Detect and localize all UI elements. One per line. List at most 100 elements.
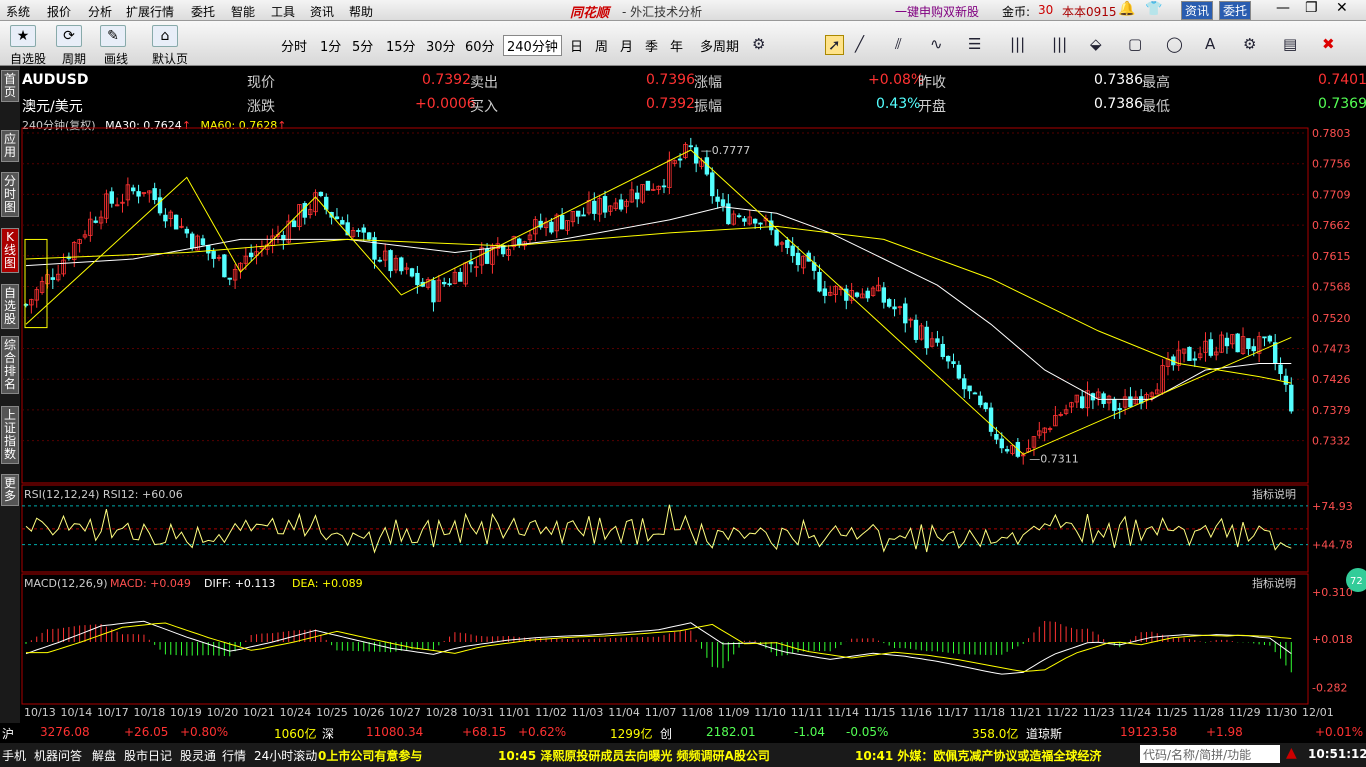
candle-body [409, 268, 415, 277]
candle-body [163, 214, 168, 222]
tab-stock-assist[interactable]: 股灵通 [180, 747, 216, 764]
x-tick-label: 11/25 [1156, 706, 1188, 719]
rsi-help-link[interactable]: 指标说明 [1252, 487, 1296, 501]
search-input[interactable]: 代码/名称/简拼/功能 [1140, 745, 1280, 763]
candle-body [206, 244, 211, 254]
candle-body [1235, 333, 1240, 353]
candle-body [1004, 449, 1010, 452]
candle-body [458, 271, 463, 282]
x-tick-label: 10/21 [243, 706, 275, 719]
candle-body [356, 230, 361, 232]
candle-body [93, 220, 98, 223]
candle-body [517, 238, 522, 246]
candle-body [785, 240, 790, 249]
x-tick-label: 11/30 [1265, 706, 1297, 719]
dj-value[interactable]: 19123.58 [1120, 725, 1177, 739]
candle-body [200, 238, 206, 246]
x-tick-label: 11/09 [718, 706, 750, 719]
tab-robot-qa[interactable]: 机器问答 [34, 747, 82, 764]
candle-body [962, 378, 967, 390]
candle-body [468, 261, 474, 265]
macd-tick-label: +0.310 [1312, 586, 1353, 599]
candle-body [618, 199, 624, 210]
candle-body [190, 233, 195, 249]
candle-body [999, 438, 1004, 449]
candle-body [184, 228, 190, 234]
tab-24h[interactable]: 24小时滚动 [254, 747, 317, 764]
candle-body [1267, 335, 1273, 342]
candle-body [645, 180, 651, 191]
candle-body [752, 218, 758, 224]
candle-body [854, 292, 860, 297]
zigzag-line [25, 149, 1292, 455]
tab-analysis[interactable]: 解盘 [92, 747, 116, 764]
candle-body [318, 191, 324, 197]
x-tick-label: 11/15 [864, 706, 896, 719]
candle-body [602, 196, 608, 213]
candle-body [822, 288, 828, 296]
candle-body [1117, 408, 1122, 411]
candle-body [956, 364, 962, 379]
candle-body [366, 232, 372, 240]
tab-mobile[interactable]: 手机 [2, 747, 26, 764]
sh-value[interactable]: 3276.08 [40, 725, 90, 739]
candle-body [399, 257, 404, 272]
x-tick-label: 11/17 [937, 706, 969, 719]
news-item-1[interactable]: 0上市公司有意参与 [318, 747, 422, 764]
news-item-3[interactable]: 10:41 外媒：欧佩克减产协议或造福全球经济 [855, 747, 1101, 764]
candle-body [377, 259, 383, 262]
candle-body [951, 361, 956, 365]
search-dropdown-icon[interactable]: ▲ [1286, 745, 1297, 761]
candle-body [1283, 375, 1289, 385]
candle-body [972, 392, 978, 395]
candle-body [710, 172, 715, 197]
candle-body [881, 287, 887, 303]
candle-body [211, 251, 216, 259]
tab-diary[interactable]: 股市日记 [124, 747, 172, 764]
candle-body [388, 250, 393, 272]
main-panel-frame [21, 127, 1309, 484]
candle-body [736, 215, 742, 218]
candle-body [340, 220, 345, 225]
x-tick-label: 10/24 [280, 706, 312, 719]
ma60-line [25, 225, 1292, 384]
candle-body [173, 214, 179, 230]
candle-body [576, 210, 581, 217]
dj-change: +1.98 [1206, 725, 1243, 739]
x-tick-label: 11/14 [827, 706, 859, 719]
candle-body [248, 252, 254, 258]
candle-body [1192, 358, 1197, 361]
candle-body [1101, 393, 1106, 405]
candle-body [886, 299, 892, 307]
candle-body [431, 280, 436, 303]
candle-body [940, 343, 945, 357]
candle-body [1289, 384, 1294, 412]
x-tick-label: 11/11 [791, 706, 823, 719]
macd-tick-label: +0.018 [1312, 633, 1353, 646]
candle-body [967, 385, 972, 392]
sz-value[interactable]: 11080.34 [366, 725, 423, 739]
macd-help-link[interactable]: 指标说明 [1252, 576, 1296, 590]
candle-body [758, 222, 763, 225]
candle-body [441, 281, 447, 285]
x-tick-label: 10/20 [207, 706, 239, 719]
x-tick-label: 11/29 [1229, 706, 1261, 719]
cy-value[interactable]: 2182.01 [706, 725, 756, 739]
candle-body [222, 254, 227, 278]
news-item-2[interactable]: 10:45 泽熙原投研成员去向曝光 频频调研A股公司 [498, 747, 770, 764]
x-tick-label: 11/16 [900, 706, 932, 719]
candle-body [661, 185, 667, 188]
candle-body [742, 218, 747, 222]
x-tick-label: 11/03 [572, 706, 604, 719]
candle-body [1224, 337, 1230, 347]
kline-chart[interactable]: 0.7803 0.7756 0.7709 0.7662 0.7615 0.7568 0.75… [0, 0, 1366, 723]
y-tick-label: 0.7520 [1312, 312, 1351, 325]
diff-value: DIFF: +0.113 [204, 577, 275, 590]
candle-body [1251, 346, 1256, 352]
candle-body [131, 187, 136, 192]
candle-body [924, 326, 929, 349]
candle-body [1187, 346, 1192, 361]
candle-body [581, 214, 586, 217]
tab-market[interactable]: 行情 [222, 747, 246, 764]
candle-body [1262, 336, 1267, 339]
